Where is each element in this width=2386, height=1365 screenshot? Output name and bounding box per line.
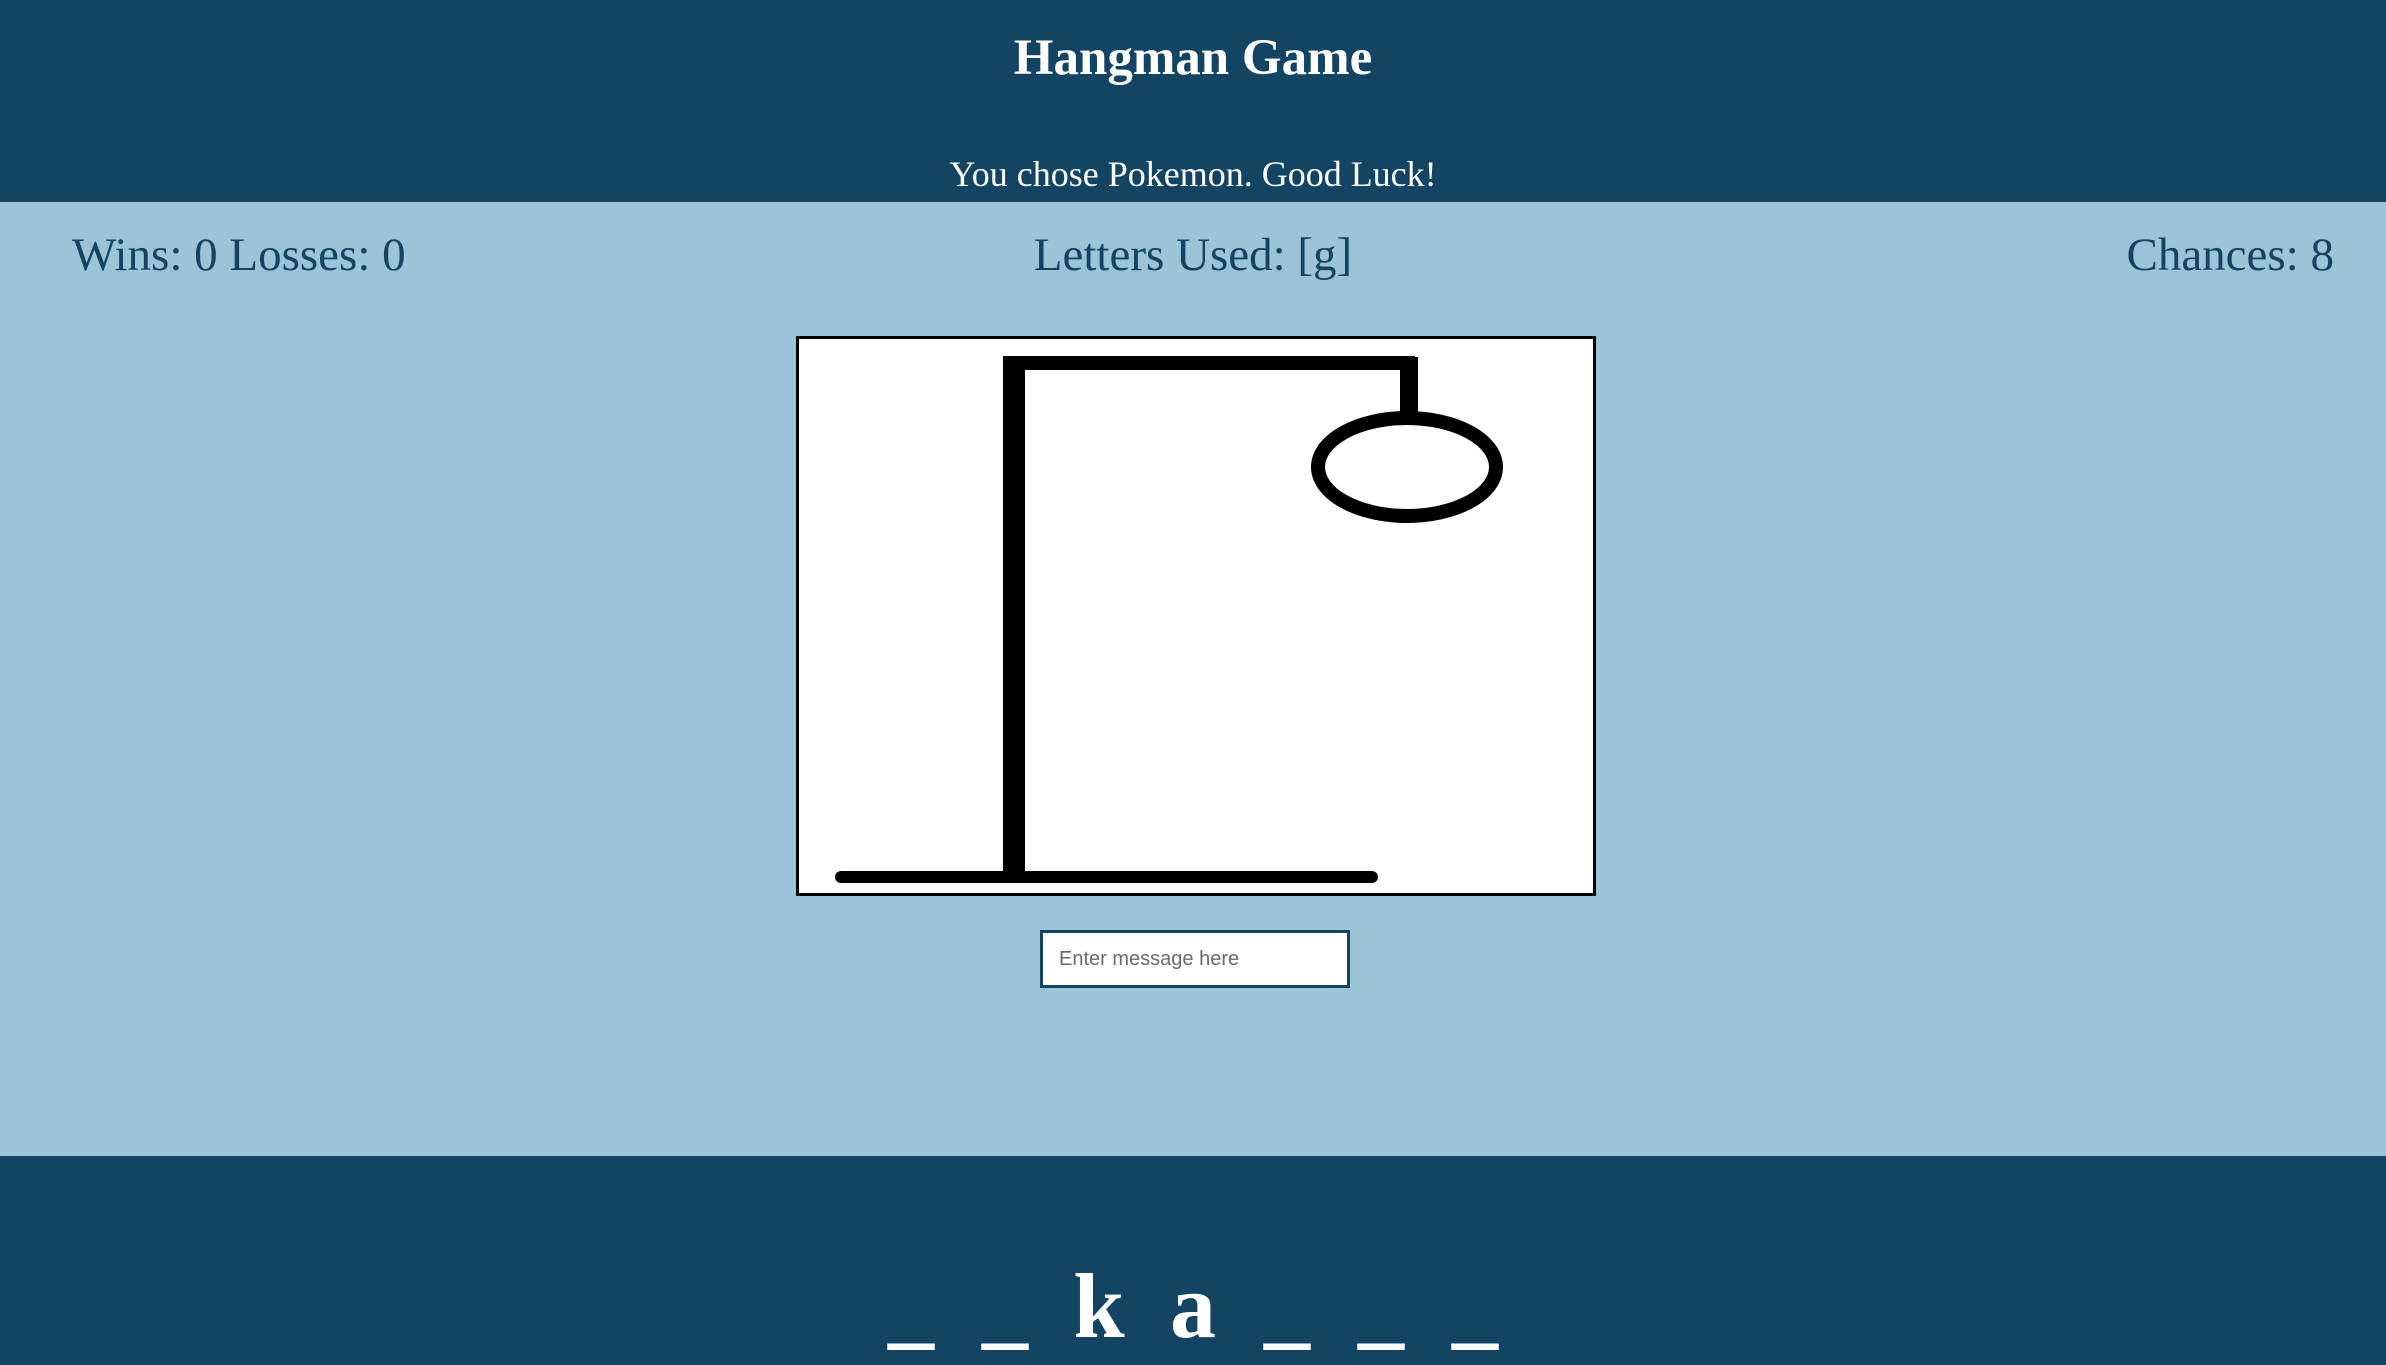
category-message: You chose Pokemon. Good Luck! bbox=[949, 154, 1437, 194]
word-letter-slot: a bbox=[1170, 1255, 1216, 1357]
letters-used: Letters Used: [g] bbox=[1033, 229, 1353, 281]
word-letter-slot: _ bbox=[1264, 1255, 1310, 1357]
word-display: _ _ k a _ _ _ bbox=[0, 1236, 2386, 1365]
footer: _ _ k a _ _ _ bbox=[0, 1156, 2386, 1365]
guess-input[interactable] bbox=[1040, 930, 1350, 988]
page-title: Hangman Game bbox=[1013, 30, 1373, 86]
word-letter-slot: _ bbox=[1358, 1255, 1404, 1357]
chances-remaining: Chances: 8 bbox=[2126, 229, 2334, 281]
word-letter-slot: _ bbox=[1452, 1255, 1498, 1357]
header: Hangman Game You chose Pokemon. Good Luc… bbox=[0, 0, 2386, 202]
hangman-head bbox=[1311, 411, 1503, 523]
hangman-board bbox=[796, 336, 1596, 896]
word-letter-slot: k bbox=[1073, 1255, 1125, 1357]
word-letter-slot: _ bbox=[982, 1255, 1028, 1357]
gallows-drawing bbox=[835, 356, 1503, 883]
word-letter-slot: _ bbox=[888, 1255, 934, 1357]
